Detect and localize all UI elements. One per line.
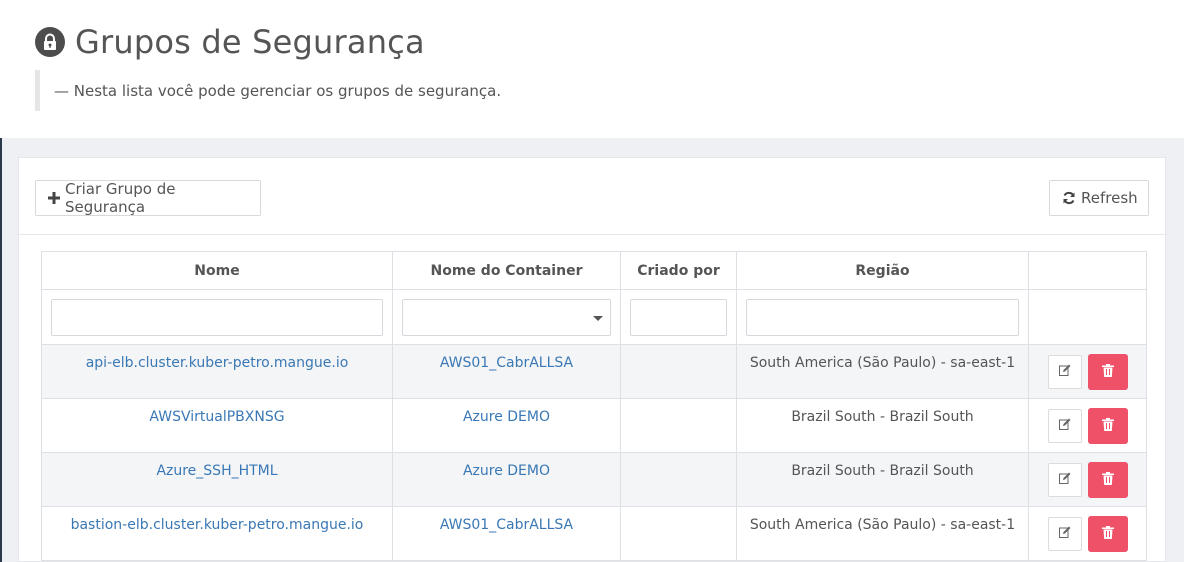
delete-button[interactable]: [1087, 516, 1128, 552]
region-cell: Brazil South - Brazil South: [736, 398, 1029, 453]
group-name-link[interactable]: api-elb.cluster.kuber-petro.mangue.io: [86, 355, 349, 371]
page-subtitle: — Nesta lista você pode gerenciar os gru…: [54, 81, 502, 100]
container-link[interactable]: Azure DEMO: [463, 463, 550, 479]
table-row: bastion-elb.cluster.kuber-petro.mangue.i…: [41, 506, 1147, 561]
refresh-icon: [1062, 191, 1076, 205]
table-row: AWSVirtualPBXNSG Azure DEMO Brazil South…: [41, 398, 1147, 453]
page-header: Grupos de Segurança — Nesta lista você p…: [0, 0, 1184, 138]
region-cell: Brazil South - Brazil South: [736, 452, 1029, 507]
container-link[interactable]: Azure DEMO: [463, 409, 550, 425]
edit-button[interactable]: [1047, 355, 1082, 389]
group-name-link[interactable]: bastion-elb.cluster.kuber-petro.mangue.i…: [71, 517, 364, 533]
title-row: Grupos de Segurança: [35, 23, 425, 61]
edit-icon: [1058, 472, 1071, 488]
subtitle-block: — Nesta lista você pode gerenciar os gru…: [35, 70, 501, 111]
filter-regiao-input[interactable]: [746, 298, 1019, 336]
trash-icon: [1101, 525, 1114, 543]
security-groups-table: Nome Nome do Container Criado por Região…: [41, 251, 1147, 561]
filter-row: [41, 289, 1147, 345]
filter-nome-input[interactable]: [51, 298, 383, 336]
plus-icon: [48, 192, 60, 204]
column-header-nome[interactable]: Nome: [41, 251, 393, 290]
trash-icon: [1101, 471, 1114, 489]
page-title: Grupos de Segurança: [75, 23, 425, 61]
container-link[interactable]: AWS01_CabrALLSA: [440, 355, 573, 371]
create-security-group-button[interactable]: Criar Grupo de Segurança: [35, 180, 261, 216]
column-header-regiao[interactable]: Região: [736, 251, 1029, 290]
created-by-cell: [620, 506, 737, 561]
toolbar: Criar Grupo de Segurança Refresh: [19, 158, 1165, 235]
filter-criado-por-input[interactable]: [630, 298, 727, 336]
column-header-criado-por[interactable]: Criado por: [620, 251, 737, 290]
created-by-cell: [620, 452, 737, 507]
chevron-down-icon: [593, 315, 603, 321]
create-button-label: Criar Grupo de Segurança: [65, 180, 176, 216]
region-cell: South America (São Paulo) - sa-east-1: [736, 344, 1029, 399]
edit-button[interactable]: [1047, 463, 1082, 497]
group-name-link[interactable]: Azure_SSH_HTML: [156, 463, 277, 479]
lock-icon: [35, 27, 65, 57]
region-cell: South America (São Paulo) - sa-east-1: [736, 506, 1029, 561]
created-by-cell: [620, 344, 737, 399]
column-header-actions: [1028, 251, 1147, 290]
edit-icon: [1058, 364, 1071, 380]
delete-button[interactable]: [1087, 408, 1128, 444]
created-by-cell: [620, 398, 737, 453]
group-name-link[interactable]: AWSVirtualPBXNSG: [149, 409, 284, 425]
column-header-container[interactable]: Nome do Container: [392, 251, 621, 290]
table-header-row: Nome Nome do Container Criado por Região: [41, 251, 1147, 290]
filter-container-select[interactable]: [402, 298, 611, 336]
trash-icon: [1101, 363, 1114, 381]
table-row: Azure_SSH_HTML Azure DEMO Brazil South -…: [41, 452, 1147, 507]
refresh-button[interactable]: Refresh: [1049, 180, 1149, 216]
delete-button[interactable]: [1087, 354, 1128, 390]
edit-icon: [1058, 418, 1071, 434]
refresh-button-label: Refresh: [1081, 189, 1138, 207]
container-link[interactable]: AWS01_CabrALLSA: [440, 517, 573, 533]
table-row: api-elb.cluster.kuber-petro.mangue.io AW…: [41, 344, 1147, 399]
edit-button[interactable]: [1047, 409, 1082, 443]
edit-icon: [1058, 526, 1071, 542]
security-groups-panel: Criar Grupo de Segurança Refresh Nome No…: [18, 157, 1166, 562]
delete-button[interactable]: [1087, 462, 1128, 498]
edit-button[interactable]: [1047, 517, 1082, 551]
trash-icon: [1101, 417, 1114, 435]
